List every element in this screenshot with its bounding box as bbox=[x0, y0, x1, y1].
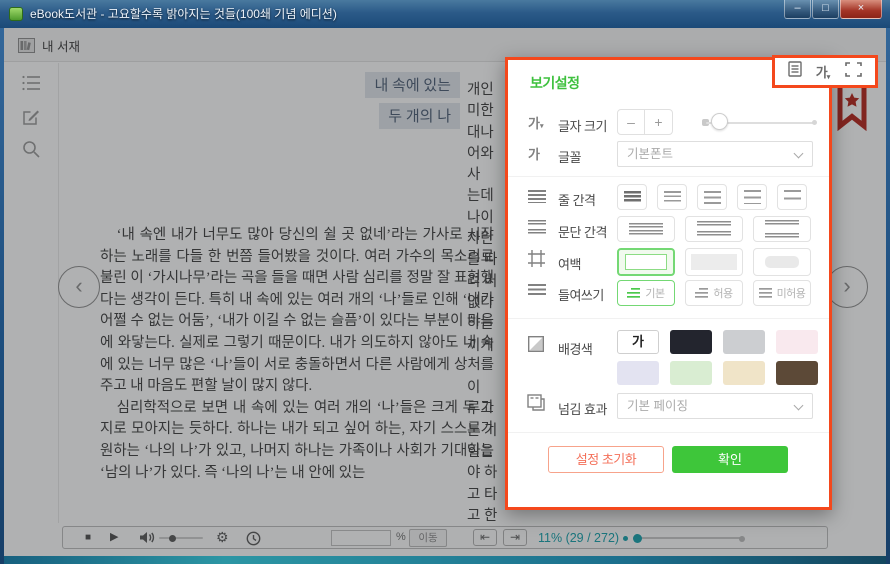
app-window: eBook도서관 - 고요할수록 밝아지는 것들(100쇄 기념 에디션) – … bbox=[0, 0, 890, 564]
bg-color-swatch-1[interactable]: 가 bbox=[617, 330, 659, 354]
close-button[interactable]: × bbox=[840, 0, 882, 19]
window-title: eBook도서관 - 고요할수록 밝아지는 것들(100쇄 기념 에디션) bbox=[30, 0, 337, 28]
bg-color-swatch-2[interactable] bbox=[670, 330, 712, 354]
bg-color-swatch-6[interactable] bbox=[670, 361, 712, 385]
highlighted-toolbar-icons: 가▾ bbox=[772, 55, 878, 88]
indent-label: 들여쓰기 bbox=[558, 285, 604, 304]
window-controls: – □ × bbox=[783, 0, 882, 19]
bg-color-swatches: 가 bbox=[617, 330, 829, 385]
page-turn-icon bbox=[527, 394, 545, 416]
margin-option-1-selected[interactable] bbox=[617, 248, 675, 276]
font-size-slider-knob[interactable] bbox=[711, 113, 728, 130]
font-size-label: 글자 크기 bbox=[558, 116, 607, 135]
app-content: 내 서재 내 속에 있는 두 개의 나 bbox=[4, 28, 886, 556]
confirm-button[interactable]: 확인 bbox=[672, 446, 788, 473]
font-size-slider-max-dot bbox=[812, 120, 817, 125]
font-family-icon: 가 bbox=[528, 144, 540, 163]
bg-color-swatch-5[interactable] bbox=[617, 361, 659, 385]
maximize-button[interactable]: □ bbox=[812, 0, 839, 19]
chevron-down-icon bbox=[794, 401, 804, 411]
app-icon bbox=[9, 7, 23, 21]
bg-color-swatch-8[interactable] bbox=[776, 361, 818, 385]
indent-option-allow[interactable]: 허용 bbox=[685, 280, 743, 306]
font-family-label: 글꼴 bbox=[558, 147, 581, 166]
page-view-icon[interactable] bbox=[788, 61, 802, 82]
font-family-value: 기본폰트 bbox=[627, 147, 673, 161]
indent-default-icon bbox=[627, 288, 640, 298]
line-spacing-option-1[interactable] bbox=[617, 184, 647, 210]
panel-divider bbox=[508, 432, 829, 433]
line-spacing-icon bbox=[528, 190, 546, 203]
indent-option-disallow[interactable]: 미허용 bbox=[753, 280, 811, 306]
margin-icon bbox=[528, 250, 545, 272]
margin-option-3[interactable] bbox=[753, 248, 811, 276]
paragraph-spacing-icon bbox=[528, 220, 546, 235]
paragraph-spacing-label: 문단 간격 bbox=[558, 222, 607, 241]
margin-label: 여백 bbox=[558, 254, 581, 273]
paragraph-spacing-option-2[interactable] bbox=[685, 216, 743, 242]
page-turn-label: 넘김 효과 bbox=[558, 399, 607, 418]
paragraph-spacing-option-1[interactable] bbox=[617, 216, 675, 242]
background-color-label: 배경색 bbox=[558, 339, 592, 358]
paragraph-spacing-option-3[interactable] bbox=[753, 216, 811, 242]
line-spacing-option-3[interactable] bbox=[697, 184, 727, 210]
minimize-button[interactable]: – bbox=[784, 0, 811, 19]
view-settings-panel: 보기설정 × 가▾ 글자 크기 – + 가 글꼴 기본폰트 bbox=[505, 57, 832, 510]
line-spacing-option-2[interactable] bbox=[657, 184, 687, 210]
panel-title: 보기설정 bbox=[530, 73, 580, 93]
bg-color-swatch-3[interactable] bbox=[723, 330, 765, 354]
reset-settings-button[interactable]: 설정 초기화 bbox=[548, 446, 664, 473]
font-size-increase-button[interactable]: + bbox=[645, 110, 672, 134]
font-size-decrease-button[interactable]: – bbox=[618, 110, 645, 134]
font-size-icon: 가▾ bbox=[528, 113, 543, 132]
indent-disallow-icon bbox=[759, 288, 772, 298]
indent-icon bbox=[528, 284, 546, 296]
titlebar: eBook도서관 - 고요할수록 밝아지는 것들(100쇄 기념 에디션) – … bbox=[0, 0, 890, 28]
background-color-icon bbox=[528, 336, 544, 357]
line-spacing-label: 줄 간격 bbox=[558, 190, 596, 209]
bg-color-swatch-4[interactable] bbox=[776, 330, 818, 354]
panel-divider bbox=[508, 318, 829, 319]
margin-option-2[interactable] bbox=[685, 248, 743, 276]
window-frame-bottom bbox=[4, 556, 886, 564]
indent-allow-icon bbox=[695, 288, 708, 298]
view-settings-icon[interactable]: 가▾ bbox=[816, 62, 831, 81]
page-turn-dropdown[interactable]: 기본 페이징 bbox=[617, 393, 813, 419]
page-turn-value: 기본 페이징 bbox=[627, 399, 688, 413]
indent-option-default[interactable]: 기본 bbox=[617, 280, 675, 306]
bg-color-swatch-7[interactable] bbox=[723, 361, 765, 385]
fullscreen-icon[interactable] bbox=[845, 62, 862, 82]
panel-divider bbox=[508, 176, 829, 177]
line-spacing-option-5[interactable] bbox=[777, 184, 807, 210]
line-spacing-option-4[interactable] bbox=[737, 184, 767, 210]
chevron-down-icon bbox=[794, 149, 804, 159]
font-family-dropdown[interactable]: 기본폰트 bbox=[617, 141, 813, 167]
font-size-stepper: – + bbox=[617, 109, 673, 135]
